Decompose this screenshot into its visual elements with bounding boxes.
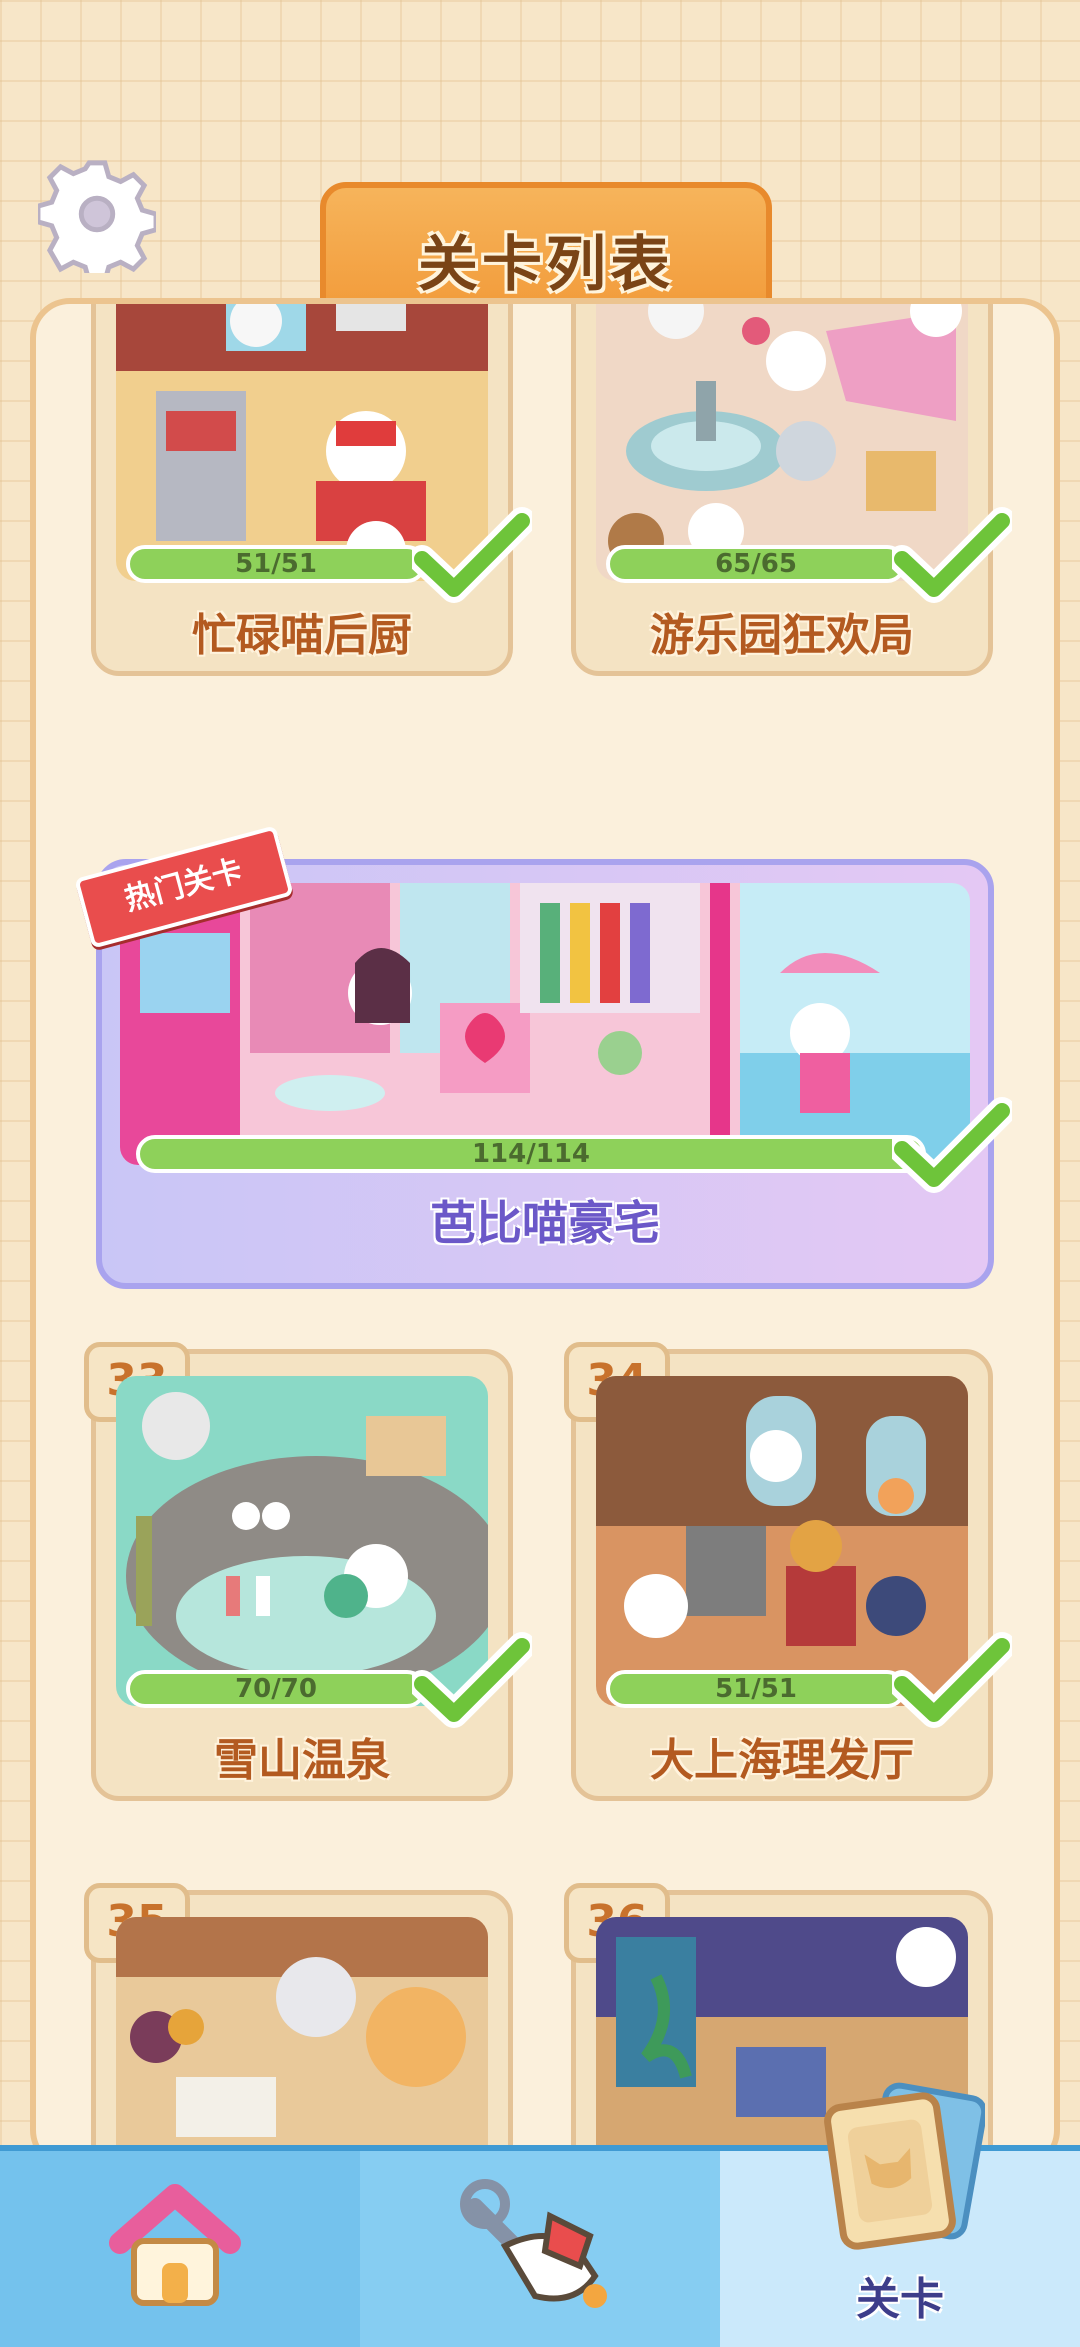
level-progress-bar: 51/51: [126, 545, 426, 583]
house-icon: [109, 2184, 241, 2306]
page-title: 关卡列表: [418, 230, 674, 300]
tab-level-label: 关卡: [856, 2274, 944, 2325]
level-card[interactable]: 34 51/51 大上海理发厅: [564, 1342, 1012, 1801]
tab-level[interactable]: 关卡: [720, 2082, 1080, 2347]
completed-check-icon: [412, 507, 532, 603]
level-card[interactable]: 35: [84, 1883, 513, 2164]
completed-check-icon: [412, 1632, 532, 1728]
level-list-panel[interactable]: 31 51/51 忙碌喵后厨 32: [30, 298, 1060, 2170]
level-card[interactable]: 32 65/65 游乐园狂欢局: [571, 304, 1012, 676]
level-progress-bar: 114/114: [136, 1135, 926, 1173]
level-card[interactable]: 33 70/70 雪山温泉: [84, 1342, 532, 1801]
completed-check-icon: [892, 1632, 1012, 1728]
level-card[interactable]: 31 51/51 忙碌喵后厨: [91, 304, 532, 676]
level-name: 忙碌喵后厨: [192, 610, 412, 661]
level-progress-bar: 51/51: [606, 1670, 906, 1708]
featured-level-card[interactable]: 热门关卡 114/114 芭比喵豪宅: [74, 825, 1012, 1289]
completed-check-icon: [892, 507, 1012, 603]
cat-card-icon: [824, 2082, 985, 2250]
level-name: 芭比喵豪宅: [430, 1196, 660, 1250]
level-progress-bar: 70/70: [126, 1670, 426, 1708]
tab-home[interactable]: [0, 2151, 360, 2347]
level-name: 雪山温泉: [214, 1735, 390, 1786]
level-progress-bar: 65/65: [606, 545, 906, 583]
level-thumbnail: [116, 1917, 488, 2164]
level-name: 游乐园狂欢局: [650, 610, 914, 661]
level-name: 大上海理发厅: [650, 1735, 914, 1786]
level-thumbnail: [120, 883, 970, 1165]
tab-game[interactable]: [360, 2151, 720, 2347]
bottom-tab-bar: 关卡: [0, 2082, 1080, 2347]
completed-check-icon: [892, 1097, 1012, 1193]
gear-icon[interactable]: [38, 155, 156, 273]
magnifier-hand-icon: [460, 2179, 607, 2308]
